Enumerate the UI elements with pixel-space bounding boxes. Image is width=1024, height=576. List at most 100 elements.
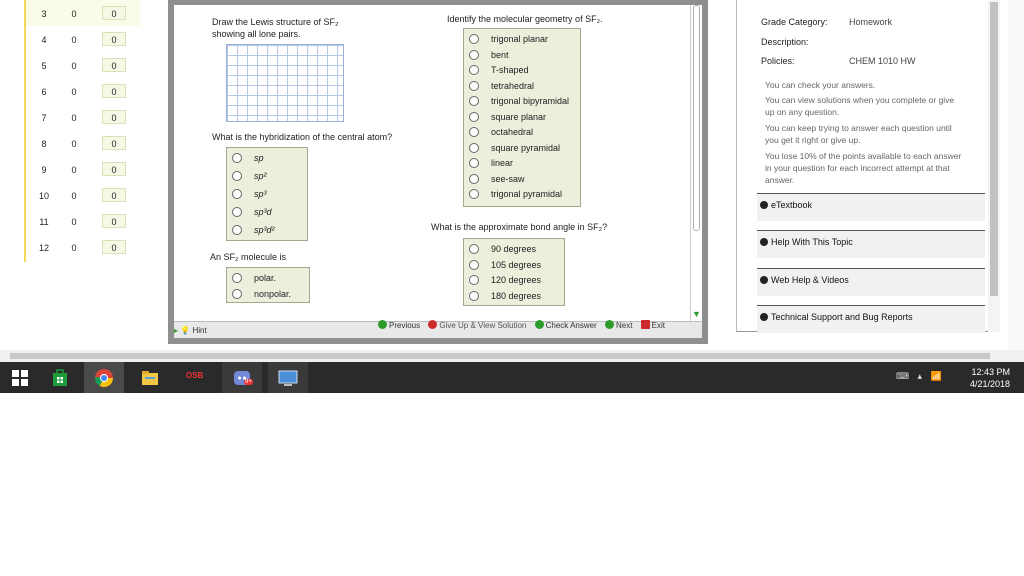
clock-date: 4/21/2018	[969, 379, 1010, 389]
radio-button[interactable]	[469, 244, 479, 254]
row-points: 0	[102, 6, 126, 20]
row-points: 0	[102, 32, 126, 46]
radio-button[interactable]	[469, 34, 479, 44]
page-horizontal-scrollbar[interactable]	[0, 350, 1024, 362]
row-points: 0	[102, 240, 126, 254]
assignment-info-panel: Grade Category: Homework Description: Po…	[736, 0, 990, 333]
start-button[interactable]	[0, 362, 40, 393]
table-row[interactable]: 5 0 0	[26, 52, 140, 78]
help-topic-section[interactable]: Help With This Topic	[757, 230, 985, 258]
policies-label: Policies:	[761, 56, 795, 66]
policy-note: You can view solutions when you complete…	[765, 95, 955, 117]
table-row[interactable]: 7 0 0	[26, 104, 140, 130]
question-scrollbar[interactable]: ▼	[690, 5, 702, 321]
next-button[interactable]: Next	[604, 320, 632, 330]
store-app[interactable]	[40, 362, 80, 393]
radio-button[interactable]	[469, 291, 479, 301]
give-up-icon	[428, 320, 438, 329]
lewis-drawing-canvas[interactable]	[226, 44, 344, 122]
row-number: 7	[41, 113, 47, 123]
monitor-icon	[278, 370, 298, 386]
file-explorer-app[interactable]	[130, 362, 170, 393]
row-points: 0	[102, 84, 126, 98]
notification-badge: 9+	[244, 379, 253, 385]
radio-button[interactable]	[469, 260, 479, 270]
radio-button[interactable]	[469, 158, 479, 168]
scroll-thumb[interactable]	[693, 5, 700, 231]
radio-button[interactable]	[232, 207, 242, 217]
chevron-up-icon[interactable]: ▴	[918, 371, 923, 381]
geometry-prompt: Identify the molecular geometry of SF₂.	[447, 14, 603, 24]
radio-button[interactable]	[232, 153, 242, 163]
discord-app[interactable]: 9+	[222, 362, 262, 393]
row-points: 0	[102, 58, 126, 72]
previous-arrow-icon	[378, 320, 387, 329]
system-clock[interactable]: 12:43 PM 4/21/2018	[970, 366, 1010, 390]
row-number: 11	[39, 217, 49, 227]
row-points: 0	[102, 110, 126, 124]
radio-button[interactable]	[469, 174, 479, 184]
exit-button[interactable]: Exit	[640, 320, 665, 330]
row-points: 0	[102, 214, 126, 228]
row-points: 0	[102, 136, 126, 150]
radio-button[interactable]	[469, 65, 479, 75]
row-number: 9	[41, 165, 47, 175]
radio-button[interactable]	[232, 171, 242, 181]
radio-button[interactable]	[469, 189, 479, 199]
signal-icon[interactable]: 📶	[931, 371, 942, 381]
scroll-thumb[interactable]	[990, 2, 998, 296]
radio-button[interactable]	[469, 127, 479, 137]
next-arrow-icon	[604, 320, 614, 329]
table-row[interactable]: 12 0 0	[26, 234, 140, 260]
question-content: Draw the Lewis structure of SF₂ showing …	[174, 5, 690, 321]
give-up-button[interactable]: Give Up & View Solution	[428, 320, 526, 330]
screen: 3 0 0 4 0 0 5 0 0 6 0 0 7 0 0 8 0 0 9 0 …	[0, 0, 1024, 576]
keyboard-icon[interactable]: ⌨	[896, 371, 909, 381]
expand-arrow-icon: ▸	[174, 326, 179, 335]
radio-button[interactable]	[469, 50, 479, 60]
page-vertical-scrollbar[interactable]	[1008, 0, 1024, 350]
scroll-down-arrow-icon[interactable]: ▼	[692, 309, 701, 319]
tech-support-section[interactable]: Technical Support and Bug Reports	[757, 305, 985, 333]
radio-button[interactable]	[232, 273, 242, 283]
lewis-prompt-line-2: showing all lone pairs.	[212, 29, 301, 39]
row-score: 0	[71, 35, 77, 45]
row-score: 0	[71, 191, 77, 201]
row-score: 0	[71, 243, 77, 253]
polarity-options: polar. nonpolar.	[226, 267, 310, 303]
radio-button[interactable]	[232, 189, 242, 199]
check-icon	[534, 320, 544, 329]
table-row[interactable]: 11 0 0	[26, 208, 140, 234]
windows-logo-icon	[12, 370, 28, 386]
radio-button[interactable]	[469, 143, 479, 153]
discord-icon	[234, 371, 250, 385]
display-app[interactable]	[268, 362, 308, 393]
table-row[interactable]: 9 0 0	[26, 156, 140, 182]
osb-app[interactable]: OSB	[176, 362, 216, 393]
policy-note: You can keep trying to answer each quest…	[765, 123, 952, 145]
radio-button[interactable]	[469, 275, 479, 285]
scroll-thumb[interactable]	[10, 353, 990, 359]
exit-icon	[640, 320, 650, 329]
hint-button[interactable]: ▸ 💡 Hint	[174, 326, 207, 335]
check-answer-button[interactable]: Check Answer	[534, 320, 597, 330]
etextbook-section[interactable]: eTextbook	[757, 193, 985, 221]
web-help-section[interactable]: Web Help & Videos	[757, 268, 985, 296]
radio-button[interactable]	[232, 225, 242, 235]
previous-button[interactable]: Previous	[378, 320, 420, 330]
table-row[interactable]: 10 0 0	[26, 182, 140, 208]
radio-button[interactable]	[232, 289, 242, 299]
grade-category-label: Grade Category:	[761, 17, 828, 27]
table-row[interactable]: 4 0 0	[26, 26, 140, 52]
radio-button[interactable]	[469, 81, 479, 91]
table-row[interactable]: 8 0 0	[26, 130, 140, 156]
hybridization-prompt: What is the hybridization of the central…	[212, 132, 393, 142]
table-row[interactable]: 3 0 0	[26, 0, 140, 26]
row-points: 0	[102, 188, 126, 202]
table-row[interactable]: 6 0 0	[26, 78, 140, 104]
panel-scrollbar[interactable]	[988, 0, 1000, 332]
radio-button[interactable]	[469, 96, 479, 106]
chrome-app[interactable]	[84, 362, 124, 393]
row-number: 8	[41, 139, 47, 149]
radio-button[interactable]	[469, 112, 479, 122]
